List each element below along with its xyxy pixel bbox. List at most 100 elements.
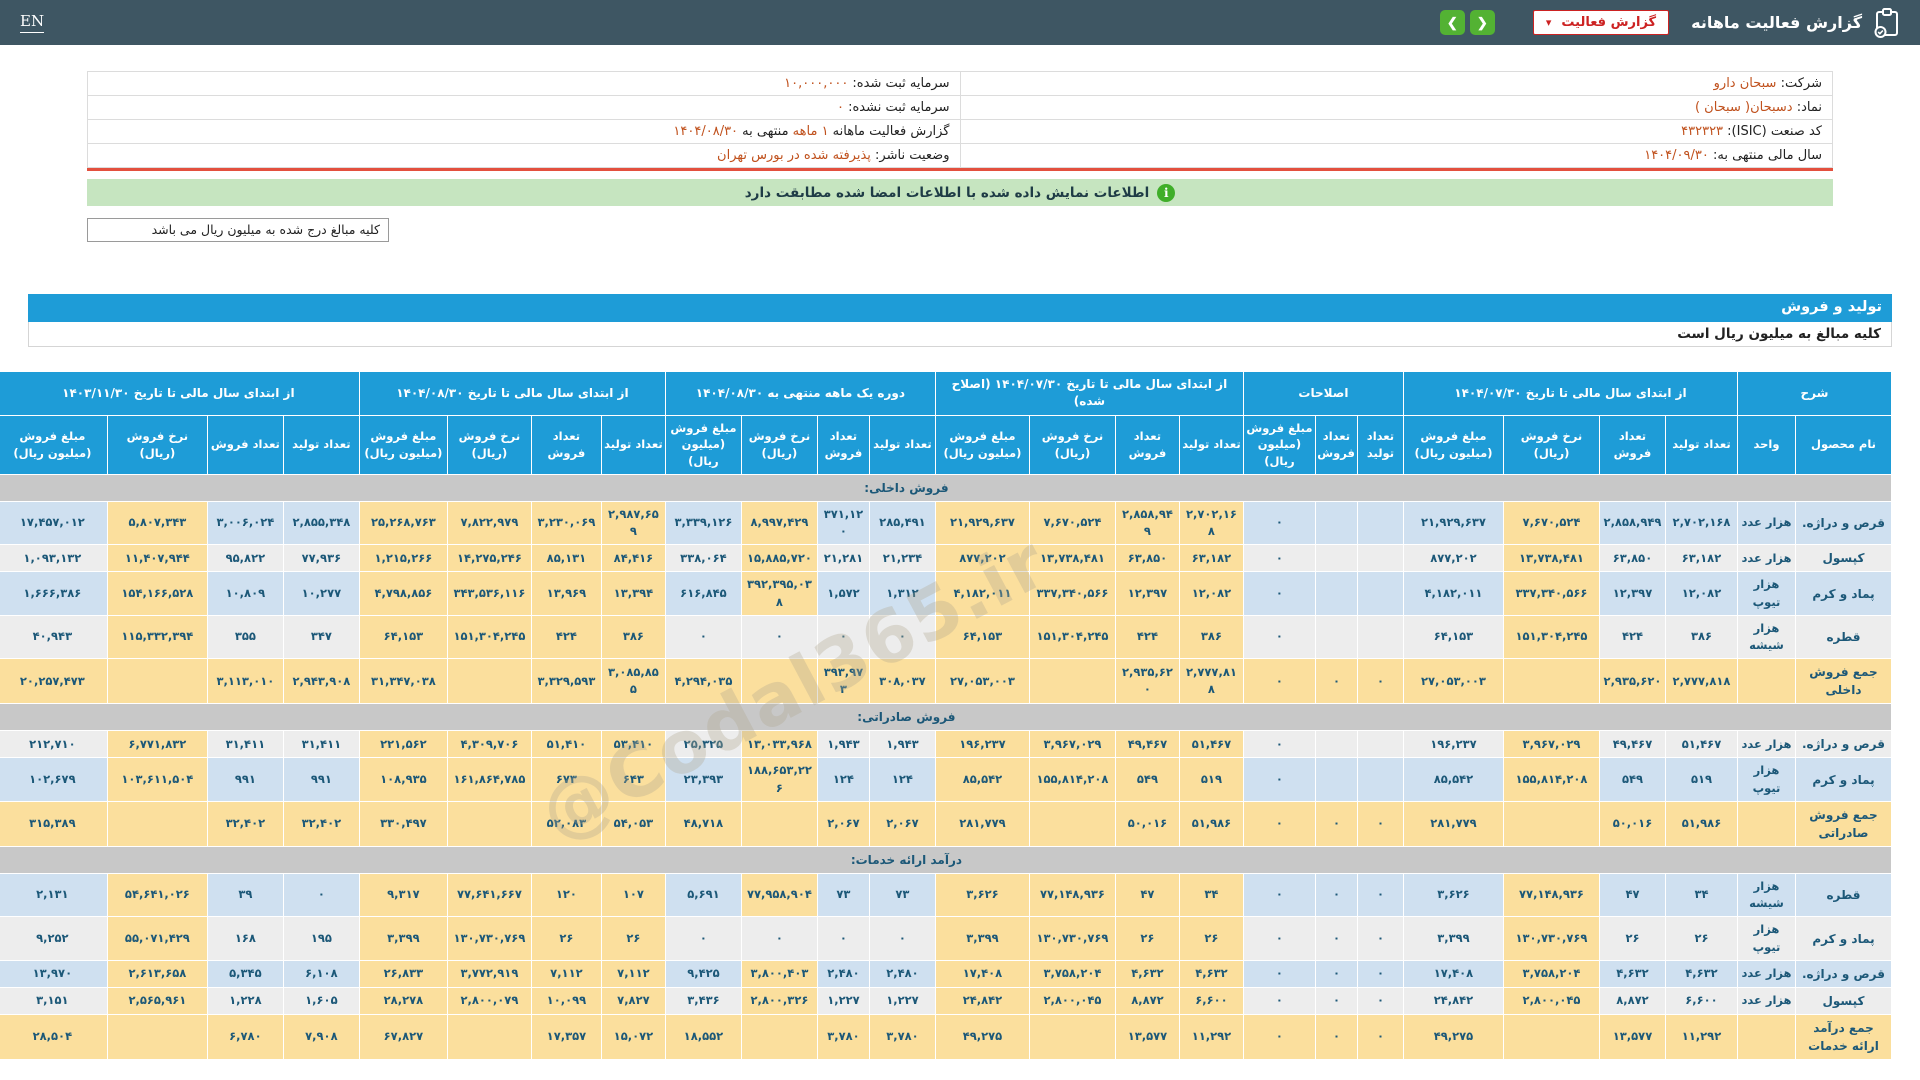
table-row: کپسول هزار عدد ۶,۶۰۰ ۸,۸۷۲ ۲,۸۰۰,۰۴۵ ۲۴,۸۴۲ ۰ ۰… [0,986,1892,1015]
table-row: قرص و دراژه. هزار عدد ۴,۶۳۲ ۴,۶۳۲ ۳,۷۵۸,۲۰۴ ۱… [0,959,1892,988]
value-cell: ۳۴ [1178,872,1244,918]
header-col: تعداد تولید [868,414,936,475]
value-cell: ۵۴,۰۵۳ [600,800,666,847]
value-cell: ۶۷,۸۲۷ [358,1013,448,1060]
chevron-down-icon: ▾ [1545,16,1552,29]
value-cell: ۲۱۲,۷۱۰ [0,730,108,759]
value-cell: ۱,۲۲۷ [868,986,936,1015]
report-navigation: ❮ ❯ [1439,10,1495,35]
info-value: منتهی به [738,124,789,139]
value-cell: ۱,۲۲۷ [816,986,870,1015]
header-col: تعداد تولید [282,414,360,475]
value-cell: ۶۷۳ [530,757,602,802]
value-cell: ۲,۷۰۲,۱۶۸ [1178,500,1244,546]
value-cell: ۰ [1242,800,1316,847]
value-cell: ۳,۶۲۶ [1402,872,1504,918]
value-cell: ۴,۷۹۸,۸۵۶ [358,571,448,616]
value-cell: ۱۵۵,۸۱۴,۲۰۸ [1028,757,1116,802]
value-cell [1356,730,1404,759]
value-cell: ۳۹۲,۳۹۵,۰۳۸ [740,571,818,616]
signature-notice: i اطلاعات نمایش داده شده با اطلاعات امضا… [87,179,1833,206]
value-cell [1314,544,1358,573]
header-col: نرخ فروش (ریال) [106,414,208,475]
value-cell: ۰ [1242,1013,1316,1060]
header-group-0: از ابتدای سال مالی تا تاریخ ۱۴۰۴/۰۷/۳۰ [1402,371,1738,416]
value-cell: ۷۷,۹۵۸,۹۰۴ [740,872,818,918]
page: گزارش فعالیت ماهانه گزارش فعالیت ▾ ❮ ❯ E… [0,0,1920,1080]
red-divider [87,168,1833,171]
value-cell: ۷,۸۲۷ [600,986,666,1015]
info-cell: سرمایه ثبت شده: ۱۰,۰۰۰,۰۰۰ [87,71,961,96]
value-cell [1502,658,1600,705]
value-cell: ۱۳,۹۷۰ [0,959,108,988]
value-cell: ۱۵۱,۳۰۴,۲۴۵ [1028,614,1116,660]
value-cell: ۹۹۱ [282,757,360,802]
unit-cell: هزار عدد [1736,544,1797,573]
info-row: کد صنعت (ISIC): ۴۳۲۳۲۳ گزارش فعالیت ماها… [87,119,1833,144]
prev-report-button[interactable]: ❮ [1439,10,1465,35]
value-cell: ۶۴,۱۵۳ [934,614,1030,660]
value-cell: ۶,۱۰۸ [282,959,360,988]
report-type-dropdown[interactable]: گزارش فعالیت ▾ [1532,10,1670,35]
value-cell: ۳,۲۳۰,۰۶۹ [530,500,602,546]
value-cell: ۲,۹۴۳,۹۰۸ [282,658,360,705]
value-cell: ۸۷۷,۲۰۲ [1402,544,1504,573]
value-cell: ۳,۳۹۹ [934,916,1030,961]
language-toggle[interactable]: EN [20,12,45,33]
value-cell: ۲۳,۳۹۳ [664,757,742,802]
value-cell: ۱۳,۷۳۸,۴۸۱ [1502,544,1600,573]
value-cell: ۱۲,۰۸۲ [1664,571,1738,616]
value-cell: ۰ [1314,1013,1358,1060]
unit-cell: هزار عدد [1736,500,1797,546]
value-cell: ۲۵,۲۶۸,۷۶۳ [358,500,448,546]
value-cell: ۳,۳۹۹ [358,916,448,961]
value-cell: ۱۰,۲۷۷ [282,571,360,616]
value-cell: ۱۹۶,۲۳۷ [934,730,1030,759]
value-cell: ۵۴۹ [1598,757,1666,802]
header-col: تعداد فروش [1314,414,1358,475]
value-cell: ۸۴,۴۱۶ [600,544,666,573]
signature-notice-text: اطلاعات نمایش داده شده با اطلاعات امضا ش… [744,184,1150,201]
value-cell: ۱۲۴ [816,757,870,802]
info-value: پذیرفته شده در بورس تهران [717,148,871,163]
value-cell: ۱۳,۹۶۹ [530,571,602,616]
product-name-cell: قرص و دراژه. [1795,959,1892,988]
value-cell: ۱۰۸,۹۳۵ [358,757,448,802]
value-cell: ۰ [1314,872,1358,918]
section-label: فروش صادراتی: [0,703,1893,732]
value-cell: ۵۴,۶۴۱,۰۲۶ [106,872,208,918]
value-cell: ۴۲۴ [1114,614,1180,660]
product-name-cell: پماد و کرم [1795,757,1892,802]
value-cell: ۳,۷۵۸,۲۰۴ [1502,959,1600,988]
value-cell: ۵۱۹ [1664,757,1738,802]
value-cell: ۵۳,۴۱۰ [600,730,666,759]
value-cell: ۳۵۵ [206,614,284,660]
info-label: گزارش فعالیت ماهانه [828,124,950,139]
value-cell: ۹,۴۲۵ [664,959,742,988]
value-cell: ۰ [1356,658,1404,705]
value-cell: ۵۵,۰۷۱,۴۲۹ [106,916,208,961]
header-col: تعداد فروش [206,414,284,475]
unit-cell [1736,800,1797,847]
next-report-button[interactable]: ❯ [1469,10,1495,35]
value-cell: ۲,۷۷۷,۸۱۸ [1664,658,1738,705]
value-cell: ۳,۹۶۷,۰۲۹ [1502,730,1600,759]
value-cell: ۰ [1242,916,1316,961]
value-cell: ۲۱,۹۲۹,۶۳۷ [1402,500,1504,546]
section-caption: کلیه مبالغ به میلیون ریال است [28,322,1892,347]
value-cell: ۱۳,۳۹۴ [600,571,666,616]
value-cell: ۰ [1314,986,1358,1015]
value-cell: ۱,۶۶۶,۳۸۶ [0,571,108,616]
value-cell: ۳,۷۵۸,۲۰۴ [1028,959,1116,988]
value-cell: ۱۰۲,۶۷۹ [0,757,108,802]
value-cell: ۳۴۳,۵۳۶,۱۱۶ [446,571,532,616]
value-cell: ۲,۴۸۰ [868,959,936,988]
value-cell: ۱۶۸ [206,916,284,961]
value-cell: ۰ [664,614,742,660]
value-cell: ۱۲۴ [868,757,936,802]
value-cell [740,800,818,847]
value-cell: ۷۷,۶۴۱,۶۶۷ [446,872,532,918]
value-cell: ۳۹ [206,872,284,918]
value-cell: ۳,۱۱۳,۰۱۰ [206,658,284,705]
info-label: سال مالی منتهی به: [1708,148,1822,163]
